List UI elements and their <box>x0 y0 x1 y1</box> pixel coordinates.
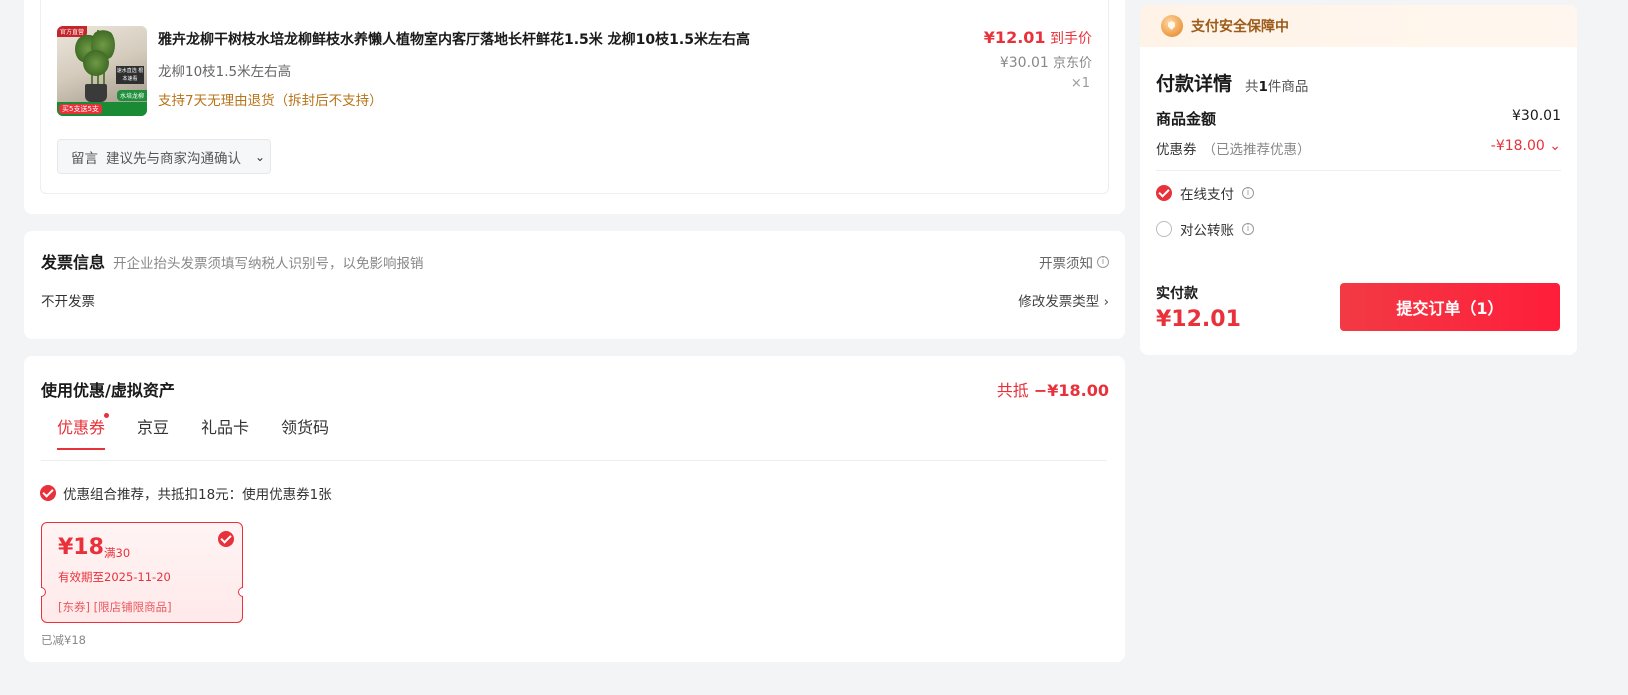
tab-coupons[interactable]: 优惠券 <box>57 413 110 450</box>
coupon-scope: [东券] [限店铺限商品] <box>58 600 172 614</box>
coupon-recommend[interactable]: 优惠组合推荐，共抵扣18元：使用优惠券1张 <box>40 483 332 503</box>
check-circle-icon <box>40 485 56 501</box>
goods-amount-label: 商品金额 <box>1156 110 1217 128</box>
tab-gift-card-label: 礼品卡 <box>201 418 250 437</box>
payment-details-title: 付款详情 <box>1156 73 1233 95</box>
quantity: ×1 <box>1070 76 1090 91</box>
security-banner: 支付安全保障中 <box>1140 5 1577 47</box>
tab-coupons-label: 优惠券 <box>57 418 106 437</box>
pay-option-transfer-label: 对公转账 <box>1180 223 1234 239</box>
coupon-card: 使用优惠/虚拟资产 共抵 −¥18.00 优惠券 京豆 礼品卡 领货码 优惠组合… <box>24 356 1125 662</box>
pay-option-online[interactable]: 在线支付 i <box>1156 183 1254 203</box>
product-item: 官方直营 速水直选 根本速看 水培龙柳 买5支送5支 雅卉龙柳干树枝水培龙柳鲜枝… <box>40 0 1109 194</box>
chevron-down-icon: ⌄ <box>1549 138 1561 154</box>
message-placeholder: 建议先与商家沟通确认 <box>106 150 241 167</box>
message-label: 留言 <box>71 150 98 167</box>
modify-invoice-link[interactable]: 修改发票类型 › <box>1018 290 1109 310</box>
invoice-notice-label: 开票须知 <box>1039 256 1093 272</box>
invoice-hint: 开企业抬头发票须填写纳税人识别号，以免影响报销 <box>113 256 424 272</box>
payment-card: 支付安全保障中 付款详情 共1件商品 商品金额 ¥30.01 优惠券 （已选推荐优… <box>1140 5 1577 355</box>
final-price-value: ¥12.01 <box>983 28 1046 47</box>
coupon-discount-label-text: 优惠券 <box>1156 142 1197 158</box>
coupon-condition: 满30 <box>104 546 131 560</box>
radio-icon <box>1156 221 1172 237</box>
product-image-green-tag: 水培龙柳 <box>116 90 147 101</box>
pay-option-transfer[interactable]: 对公转账 i <box>1156 219 1254 239</box>
radio-checked-icon <box>1156 185 1172 201</box>
product-image-side-label: 速水直选 根本速看 <box>116 66 144 84</box>
coupon-discount-sub: （已选推荐优惠） <box>1202 142 1311 158</box>
coupon-ticket[interactable]: ¥18 满30 有效期至2025-11-20 [东券] [限店铺限商品] <box>33 522 251 623</box>
submit-order-button[interactable]: 提交订单（1） <box>1340 283 1560 331</box>
coupon-total-amount: −¥18.00 <box>1033 381 1109 400</box>
info-icon[interactable]: i <box>1242 223 1254 235</box>
tabs-divider <box>41 460 1107 461</box>
product-image-promo: 买5支送5支 <box>59 104 102 114</box>
invoice-card: 发票信息 开企业抬头发票须填写纳税人识别号，以免影响报销 开票须知 i 不开发票… <box>24 231 1125 339</box>
coupon-total: 共抵 −¥18.00 <box>997 377 1109 401</box>
item-count-prefix: 共 <box>1245 79 1259 95</box>
modify-invoice-label: 修改发票类型 <box>1018 294 1100 310</box>
actual-payment-value: ¥12.01 <box>1156 307 1241 332</box>
coupon-tabs: 优惠券 京豆 礼品卡 领货码 <box>57 413 329 450</box>
coupon-total-prefix: 共抵 <box>996 381 1029 400</box>
payment-divider <box>1156 170 1561 171</box>
check-circle-icon <box>218 531 234 547</box>
product-image[interactable]: 官方直营 速水直选 根本速看 水培龙柳 买5支送5支 <box>57 26 147 116</box>
product-card: 官方直营 速水直选 根本速看 水培龙柳 买5支送5支 雅卉龙柳干树枝水培龙柳鲜枝… <box>24 0 1125 214</box>
coupon-value: ¥18 <box>58 535 104 560</box>
tab-redeem-code-label: 领货码 <box>281 418 330 437</box>
final-price-label: 到手价 <box>1050 31 1092 47</box>
coupon-recommend-text: 优惠组合推荐，共抵扣18元：使用优惠券1张 <box>63 487 332 503</box>
security-banner-text: 支付安全保障中 <box>1191 19 1289 35</box>
info-icon[interactable]: i <box>1242 187 1254 199</box>
product-spec: 龙柳10枝1.5米左右高 <box>158 64 292 80</box>
jd-price: ¥30.01 京东价 <box>1000 52 1092 71</box>
coupon-expiry: 有效期至2025-11-20 <box>58 570 171 584</box>
coupon-section-title: 使用优惠/虚拟资产 <box>41 381 175 400</box>
final-price: ¥12.01 到手价 <box>984 28 1092 48</box>
coupon-discount-amount: -¥18.00 <box>1490 138 1545 154</box>
pay-option-online-label: 在线支付 <box>1180 187 1234 203</box>
info-icon: i <box>1097 256 1109 268</box>
item-count-suffix: 件商品 <box>1267 79 1309 95</box>
product-title[interactable]: 雅卉龙柳干树枝水培龙柳鲜枝水养懒人植物室内客厅落地长杆鲜花1.5米 龙柳10枝1… <box>158 29 750 49</box>
chevron-down-icon: ⌄ <box>255 149 266 164</box>
return-policy: 支持7天无理由退货（拆封后不支持） <box>158 93 383 109</box>
tab-badge-dot <box>104 413 110 418</box>
coupon-reduced: 已减¥18 <box>41 633 86 647</box>
chevron-right-icon: › <box>1103 294 1109 310</box>
jd-price-value: ¥30.01 <box>999 55 1049 71</box>
tab-jingdou-label: 京豆 <box>137 418 170 437</box>
item-count: 共1件商品 <box>1245 75 1308 95</box>
actual-payment-label: 实付款 <box>1156 286 1198 302</box>
shield-icon <box>1161 15 1183 37</box>
item-count-num: 1 <box>1258 79 1268 95</box>
invoice-value: 不开发票 <box>41 294 95 310</box>
jd-price-label: 京东价 <box>1052 56 1092 71</box>
coupon-discount-value[interactable]: -¥18.00 ⌄ <box>1491 138 1561 154</box>
tab-gift-card[interactable]: 礼品卡 <box>201 414 249 450</box>
tab-redeem-code[interactable]: 领货码 <box>281 414 329 450</box>
goods-amount-value: ¥30.01 <box>1512 108 1561 124</box>
tab-jingdou[interactable]: 京豆 <box>137 414 169 450</box>
invoice-title: 发票信息 <box>41 253 106 272</box>
message-dropdown[interactable]: 留言 建议先与商家沟通确认 ⌄ <box>57 139 271 174</box>
coupon-discount-label: 优惠券 （已选推荐优惠） <box>1156 138 1311 158</box>
invoice-notice-link[interactable]: 开票须知 i <box>1039 252 1109 272</box>
